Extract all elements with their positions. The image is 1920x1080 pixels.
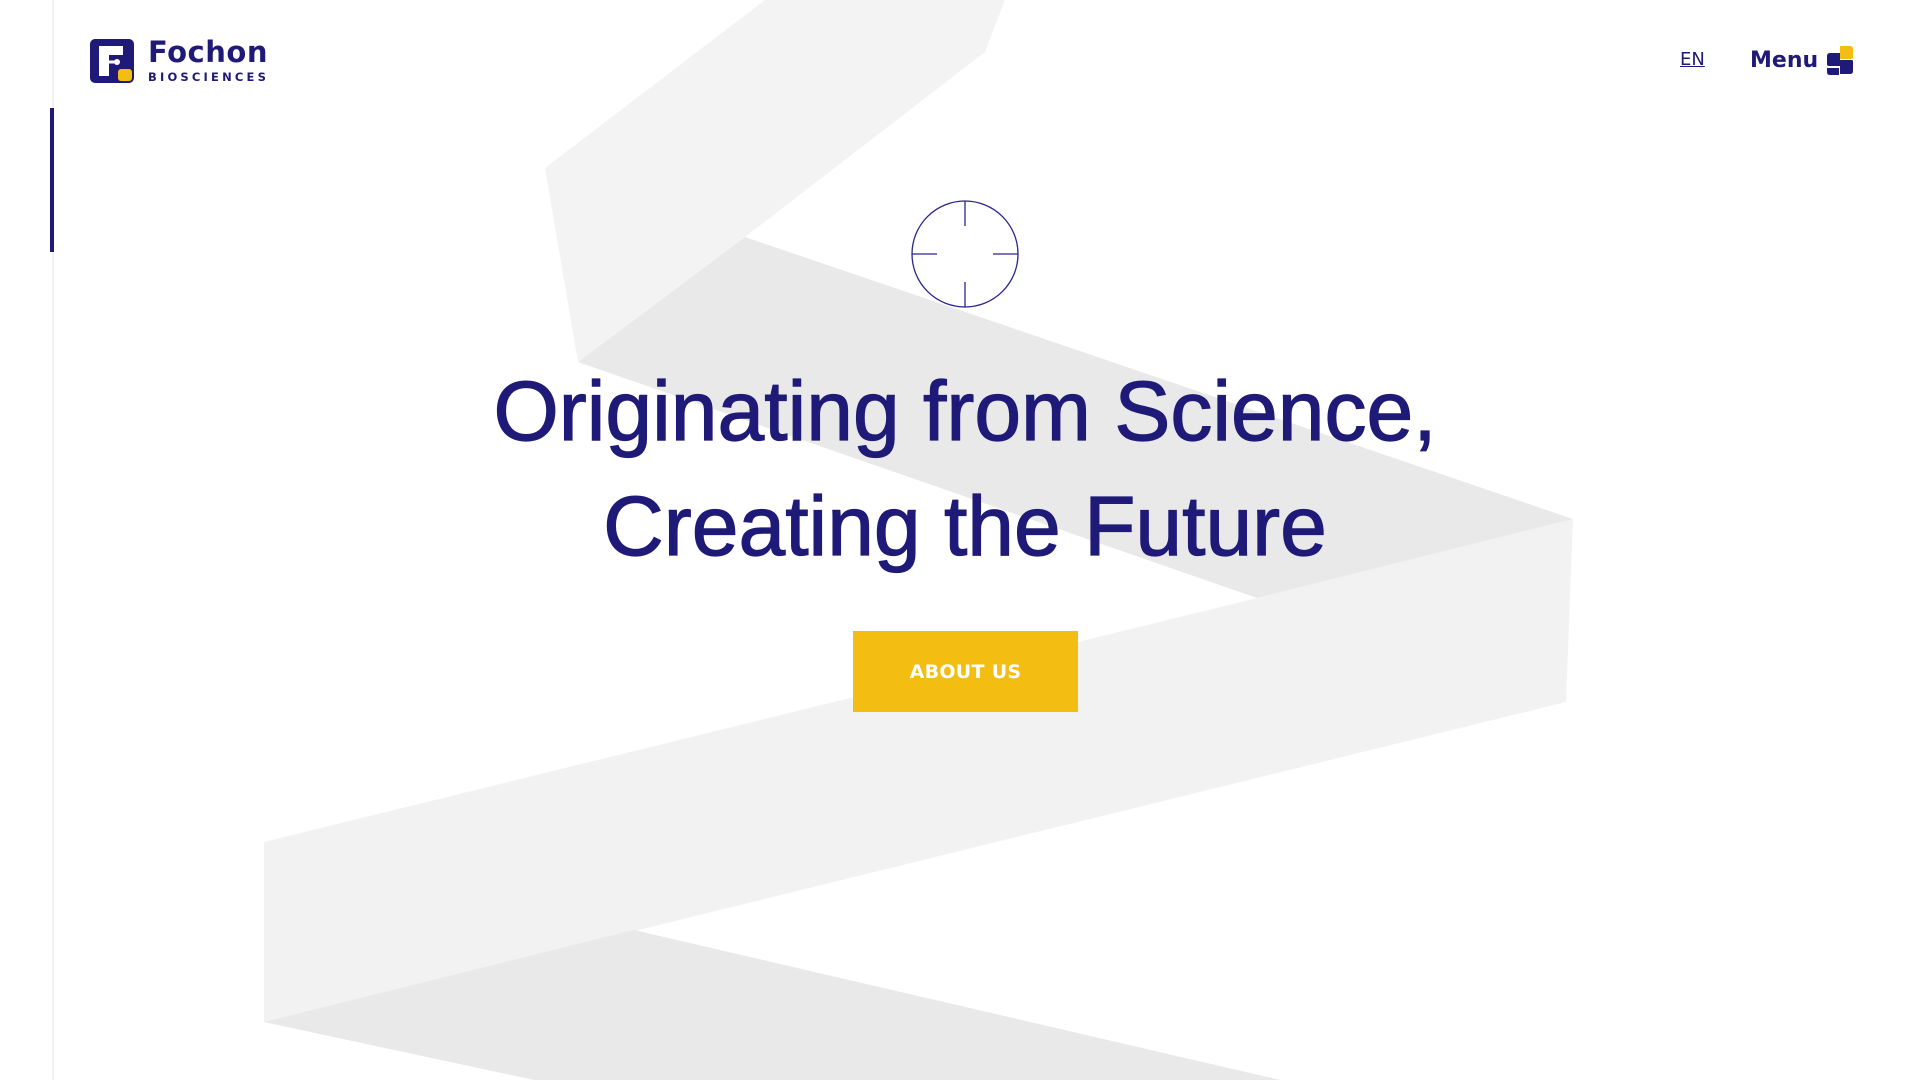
brand-name: Fochon xyxy=(148,35,268,69)
menu-blocks-icon xyxy=(1827,46,1854,75)
language-switch[interactable]: EN xyxy=(1680,49,1705,70)
hero-title: Originating from Science, Creating the F… xyxy=(0,354,1920,584)
hero-title-line-2: Creating the Future xyxy=(603,478,1328,573)
brand-logo[interactable]: Fochon BIOSCIENCES xyxy=(90,38,269,84)
scroll-indicator xyxy=(50,108,54,252)
site-header: Fochon BIOSCIENCES EN Menu xyxy=(0,0,1920,120)
fochon-logo-icon xyxy=(90,38,134,83)
crosshair-icon xyxy=(911,200,1019,308)
menu-label: Menu xyxy=(1750,47,1819,73)
brand-subtitle: BIOSCIENCES xyxy=(148,70,270,84)
about-us-button[interactable]: ABOUT US xyxy=(853,631,1078,712)
menu-button[interactable]: Menu xyxy=(1750,44,1854,76)
hero-title-line-1: Originating from Science, xyxy=(493,363,1437,458)
